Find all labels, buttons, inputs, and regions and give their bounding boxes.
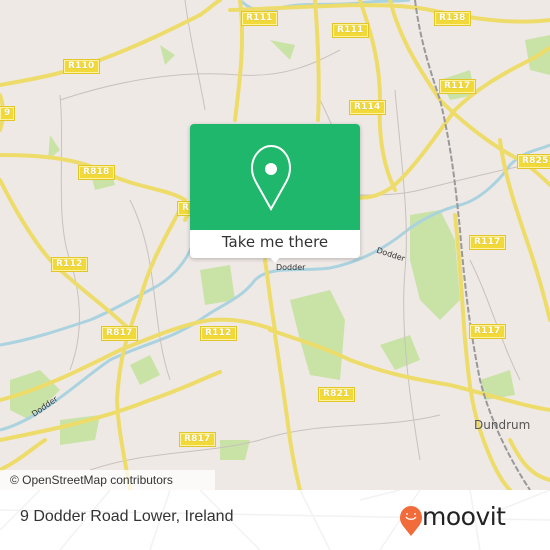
popup-header (190, 124, 360, 230)
road-label-r817: R817 (101, 326, 138, 341)
road-label-r111: R111 (332, 23, 369, 38)
road-label-r825: R825 (517, 154, 550, 169)
road-label-r112: R112 (51, 257, 88, 272)
road-label-r138: R138 (434, 11, 471, 26)
destination-address: 9 Dodder Road Lower, Ireland (20, 508, 234, 525)
road-label-r111: R111 (241, 11, 278, 26)
place-label-dundrum: Dundrum (474, 418, 531, 432)
road-label-r821: R821 (318, 387, 355, 402)
road-label-r114: R114 (349, 100, 386, 115)
road-label-r110: R110 (63, 59, 100, 74)
map-attribution[interactable]: © OpenStreetMap contributors (0, 470, 215, 490)
road-label-r117: R117 (469, 324, 506, 339)
road-label-r818: R818 (78, 165, 115, 180)
moovit-wordmark: moovit (422, 502, 506, 531)
road-label-r117: R117 (469, 235, 506, 250)
footer-bar: 9 Dodder Road Lower, Ireland moovit (0, 490, 550, 550)
popup-pointer (267, 254, 283, 263)
river-label-dodder: Dodder (276, 263, 306, 272)
road-label-r117: R117 (439, 79, 476, 94)
location-pin-icon (250, 144, 292, 212)
moovit-logo[interactable]: moovit (400, 502, 540, 538)
moovit-pin-icon (400, 506, 422, 536)
road-label-r817: R817 (179, 432, 216, 447)
road-label-partial: 9 (0, 106, 16, 121)
map-view[interactable]: R111 R111 R138 R110 R117 R114 R825 R818 … (0, 0, 550, 490)
destination-popup: Take me there (190, 124, 360, 263)
road-label-r112: R112 (200, 326, 237, 341)
